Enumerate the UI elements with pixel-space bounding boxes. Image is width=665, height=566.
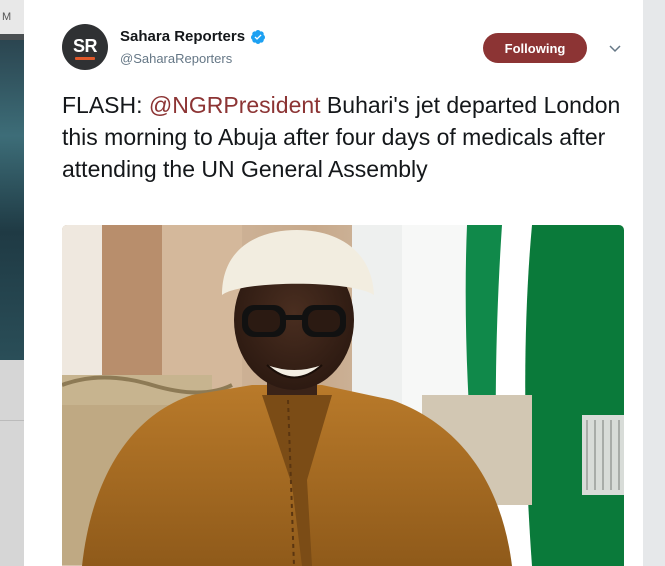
background-page-right: [643, 0, 665, 566]
background-image: [0, 40, 24, 360]
mention-link[interactable]: @NGRPresident: [149, 92, 321, 118]
author-display-name[interactable]: Sahara Reporters: [120, 28, 245, 45]
photo-image: [62, 225, 624, 566]
background-header: M: [0, 0, 24, 34]
following-button[interactable]: Following: [483, 33, 587, 63]
background-page: M: [0, 0, 24, 566]
tweet-modal: SR Sahara Reporters @SaharaReporters Fol…: [24, 0, 643, 566]
avatar[interactable]: SR: [62, 24, 108, 70]
avatar-monogram: SR: [72, 35, 98, 56]
chevron-down-icon[interactable]: [607, 40, 623, 56]
tweet-photo[interactable]: [62, 225, 624, 566]
avatar-accent-bar: [75, 56, 95, 60]
verified-badge-icon: [251, 29, 266, 44]
tweet-text-prefix: FLASH:: [62, 92, 149, 118]
author-name-row: Sahara Reporters: [120, 28, 266, 45]
author-handle[interactable]: @SaharaReporters: [120, 51, 232, 66]
background-text: M: [2, 11, 12, 23]
background-panel: [0, 360, 24, 566]
tweet-text: FLASH: @NGRPresident Buhari's jet depart…: [62, 89, 622, 185]
background-divider: [0, 420, 24, 421]
